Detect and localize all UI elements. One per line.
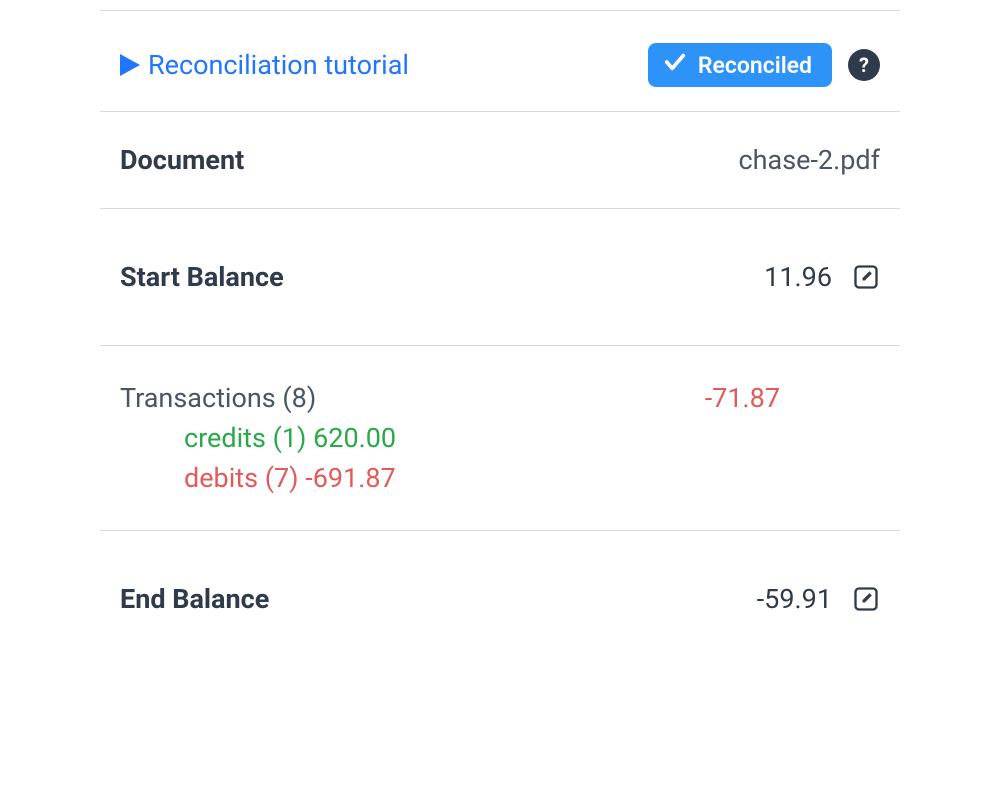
tutorial-link-text: Reconciliation tutorial: [148, 49, 409, 81]
end-balance-value: -59.91: [757, 583, 832, 615]
tutorial-link[interactable]: Reconciliation tutorial: [120, 49, 409, 81]
reconciliation-panel: Reconciliation tutorial Reconciled ? Doc…: [100, 10, 900, 615]
reconciled-badge-text: Reconciled: [698, 52, 812, 79]
edit-icon[interactable]: [852, 585, 880, 613]
check-icon: [664, 51, 686, 79]
end-balance-label: End Balance: [120, 583, 269, 615]
tutorial-right-group: Reconciled ?: [648, 43, 880, 87]
transactions-row: Transactions (8) credits (1) 620.00 debi…: [100, 346, 900, 531]
start-balance-value: 11.96: [764, 261, 832, 293]
start-balance-right: 11.96: [764, 261, 880, 293]
transactions-net-value: -71.87: [705, 382, 880, 414]
play-icon: [120, 54, 140, 76]
help-icon[interactable]: ?: [848, 49, 880, 81]
end-balance-right: -59.91: [757, 583, 880, 615]
transactions-debits: debits (7) -691.87: [184, 462, 396, 494]
edit-icon[interactable]: [852, 263, 880, 291]
tutorial-row: Reconciliation tutorial Reconciled ?: [100, 19, 900, 112]
start-balance-label: Start Balance: [120, 261, 284, 293]
transactions-left: Transactions (8) credits (1) 620.00 debi…: [120, 382, 396, 494]
start-balance-row: Start Balance 11.96: [100, 209, 900, 346]
document-filename: chase-2.pdf: [739, 144, 880, 176]
transactions-heading: Transactions (8): [120, 382, 396, 414]
document-label: Document: [120, 144, 244, 176]
reconciled-badge[interactable]: Reconciled: [648, 43, 832, 87]
end-balance-row: End Balance -59.91: [100, 531, 900, 615]
transactions-credits: credits (1) 620.00: [184, 422, 396, 454]
document-row: Document chase-2.pdf: [100, 112, 900, 209]
